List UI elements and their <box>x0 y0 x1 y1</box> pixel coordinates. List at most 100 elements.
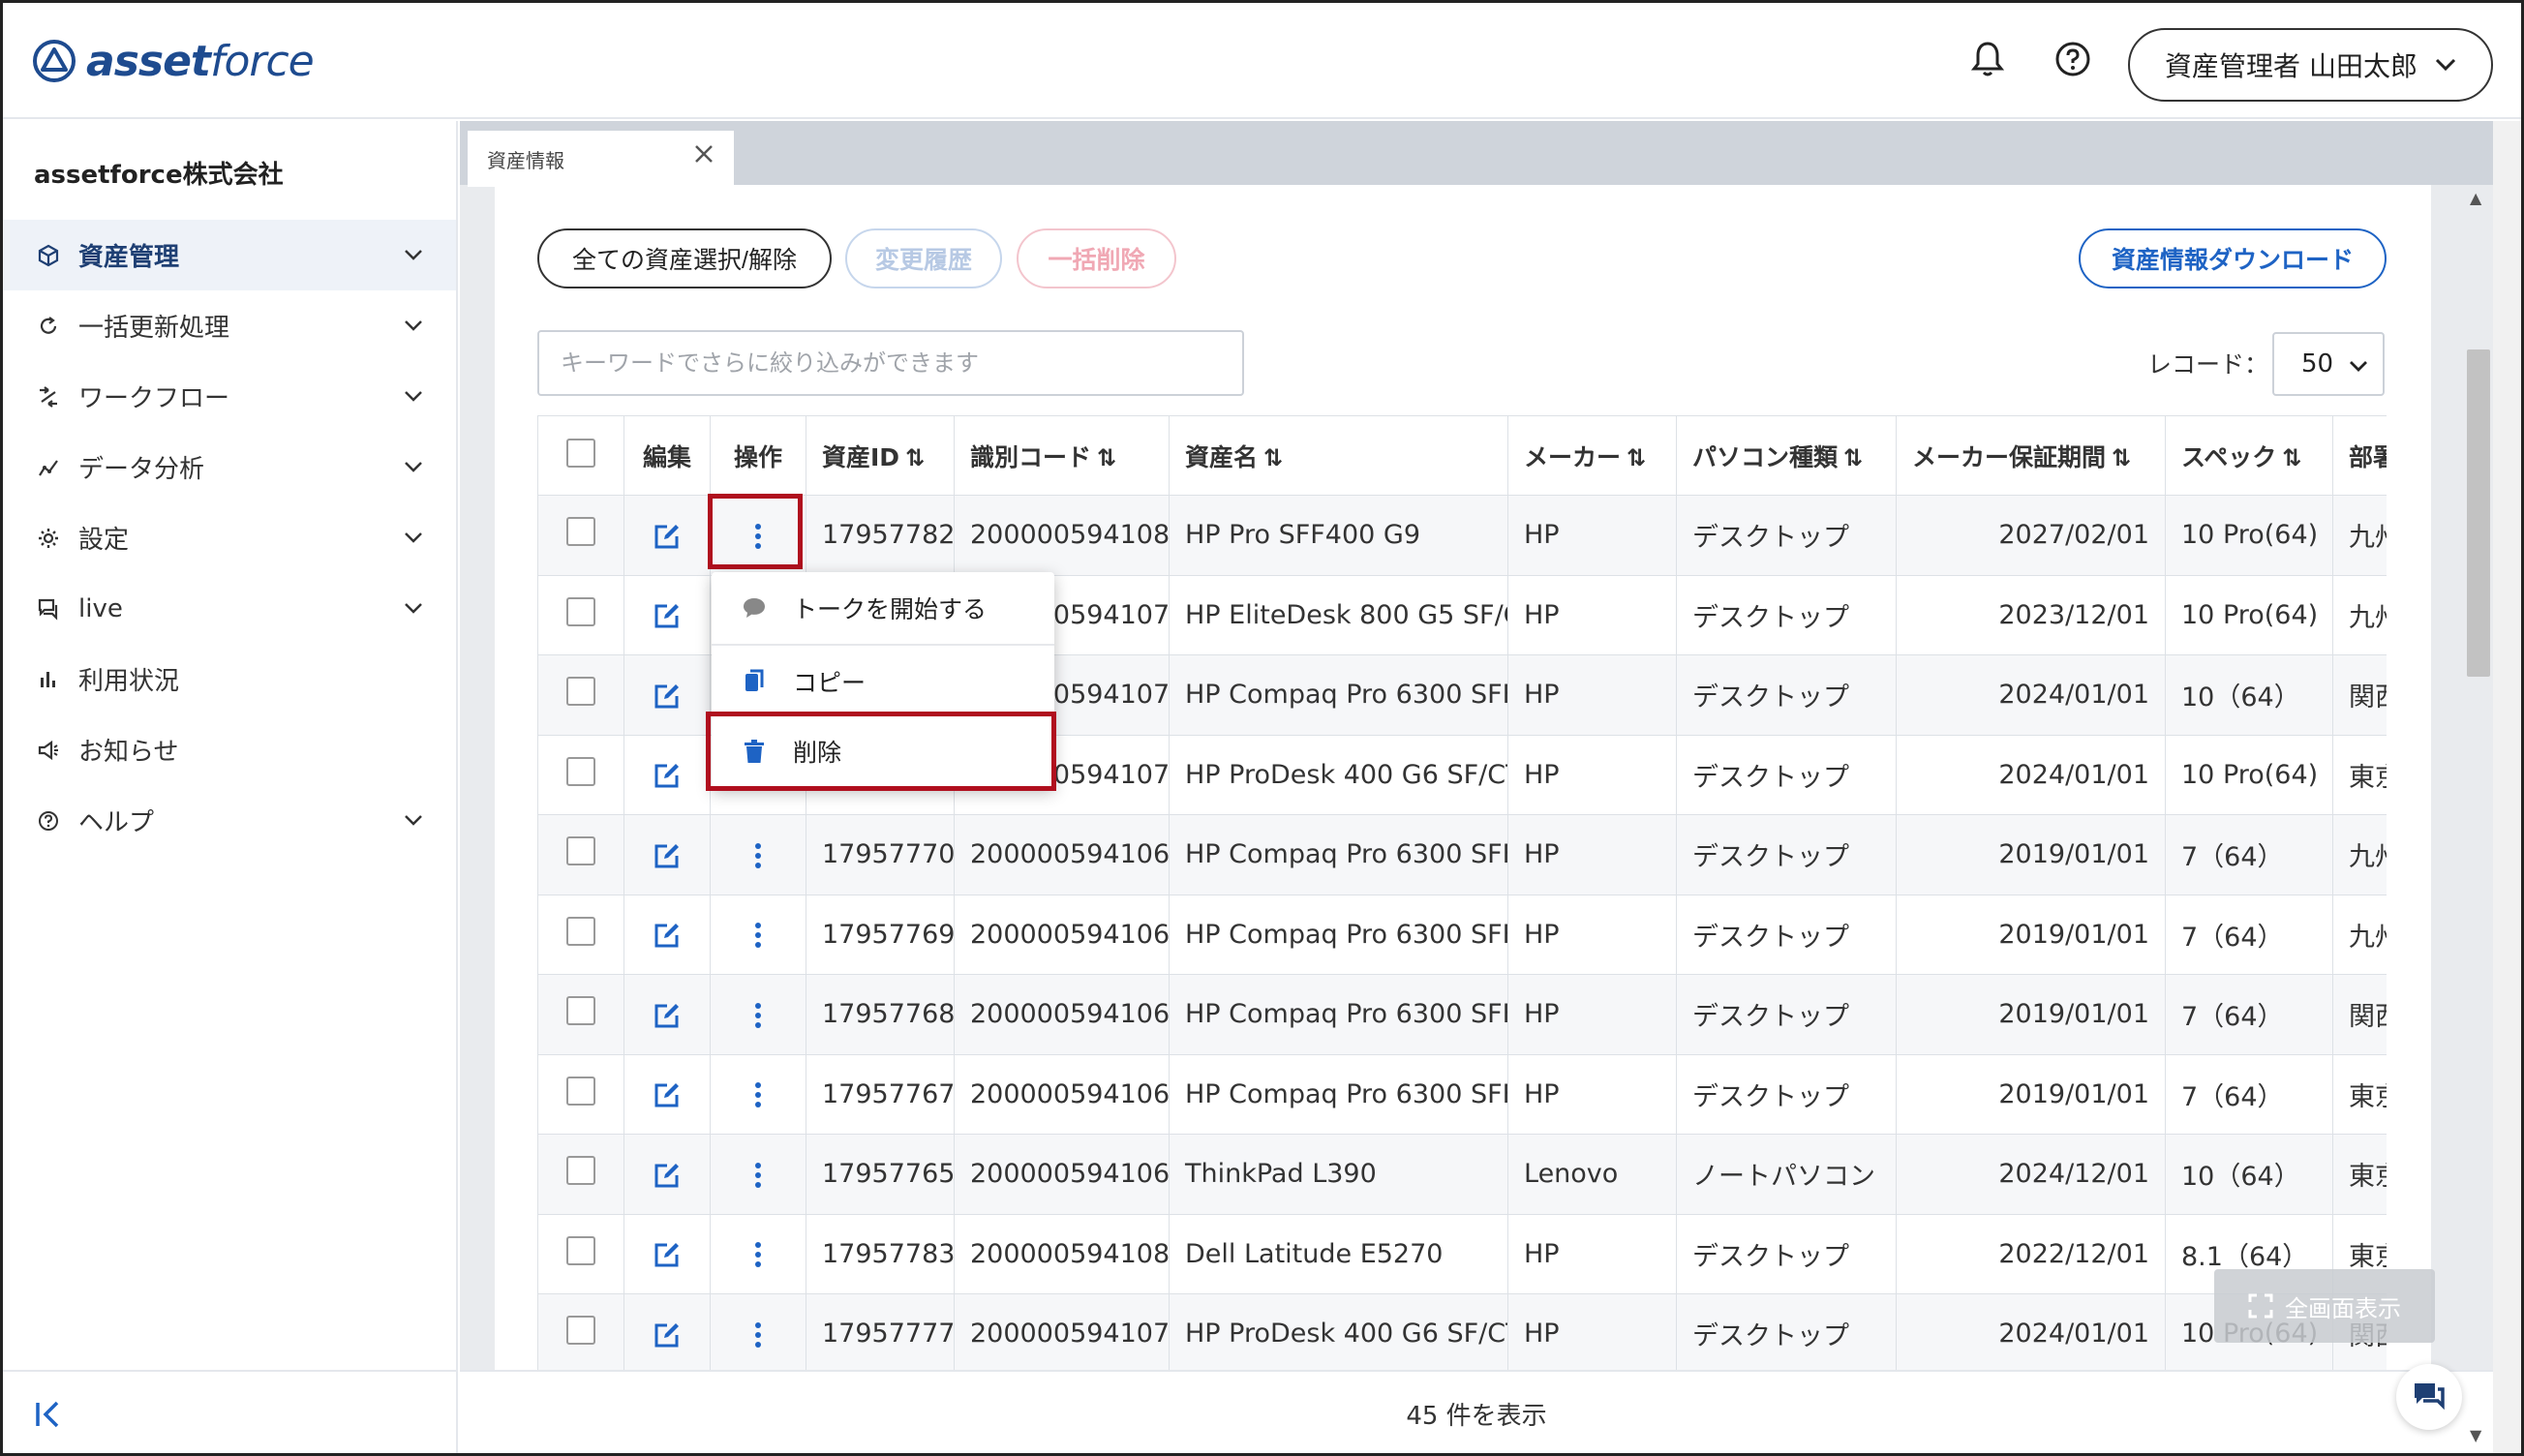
edit-icon[interactable] <box>653 1080 682 1109</box>
edit-icon[interactable] <box>653 841 682 870</box>
sort-icon[interactable]: ⇅ <box>2282 444 2301 471</box>
download-button[interactable]: 資産情報ダウンロード <box>2079 228 2387 288</box>
change-history-button[interactable]: 変更履歴 <box>845 228 1002 288</box>
edit-icon[interactable] <box>653 682 682 711</box>
kebab-menu-icon[interactable] <box>753 1240 763 1269</box>
row-checkbox[interactable] <box>566 1316 595 1346</box>
sidebar-item-asset-management[interactable]: 資産管理 <box>3 220 456 290</box>
kebab-menu-icon[interactable] <box>753 1080 763 1109</box>
sort-icon[interactable]: ⇅ <box>1627 444 1646 471</box>
actions-cell[interactable] <box>710 894 806 975</box>
table-row[interactable]: 17957769 2000005941067 HP Compaq Pro 6300 … <box>537 894 2387 975</box>
scrollbar-thumb[interactable] <box>2467 349 2490 677</box>
row-checkbox[interactable] <box>566 756 595 786</box>
edit-cell[interactable] <box>623 814 711 895</box>
actions-cell[interactable] <box>710 1053 806 1135</box>
sort-icon[interactable]: ⇅ <box>905 444 925 471</box>
edit-icon[interactable] <box>653 601 682 630</box>
menu-item-start-talk[interactable]: トークを開始する <box>712 572 1054 644</box>
records-select[interactable]: 50 <box>2272 332 2385 396</box>
row-checkbox-cell[interactable] <box>537 1134 624 1215</box>
actions-cell[interactable] <box>710 1213 806 1294</box>
edit-cell[interactable] <box>623 734 711 815</box>
sidebar-item-live[interactable]: live <box>3 573 456 644</box>
logo[interactable]: assetforce <box>32 34 315 88</box>
row-checkbox-cell[interactable] <box>537 495 624 576</box>
header-id-code[interactable]: 識別コード ⇅ <box>954 415 1170 496</box>
row-checkbox[interactable] <box>566 677 595 707</box>
actions-cell[interactable] <box>710 814 806 895</box>
collapse-sidebar-icon[interactable] <box>32 1397 67 1432</box>
user-menu-button[interactable]: 資産管理者 山田太郎 <box>2128 28 2493 102</box>
row-checkbox-cell[interactable] <box>537 814 624 895</box>
sort-icon[interactable]: ⇅ <box>1843 444 1863 471</box>
header-asset-id[interactable]: 資産ID ⇅ <box>806 415 955 496</box>
sidebar-item-usage[interactable]: 利用状況 <box>3 644 456 714</box>
edit-icon[interactable] <box>653 761 682 790</box>
row-checkbox-cell[interactable] <box>537 734 624 815</box>
table-row[interactable]: 17957782 2000005941080 HP Pro SFF400 G9 HP デ… <box>537 495 2387 576</box>
header-department[interactable]: 部署 <box>2332 415 2387 496</box>
header-maker[interactable]: メーカー ⇅ <box>1507 415 1677 496</box>
kebab-menu-icon[interactable] <box>753 841 763 870</box>
edit-cell[interactable] <box>623 1293 711 1370</box>
header-checkbox-cell[interactable] <box>537 415 624 496</box>
row-checkbox[interactable] <box>566 517 595 547</box>
table-row[interactable]: 17957767 2000005941065 HP Compaq Pro 6300 … <box>537 1053 2387 1135</box>
kebab-menu-icon[interactable] <box>753 1320 763 1350</box>
help-icon[interactable] <box>2052 38 2094 80</box>
kebab-menu-icon[interactable] <box>753 1001 763 1030</box>
sort-icon[interactable]: ⇅ <box>1097 444 1116 471</box>
search-input[interactable] <box>537 330 1244 396</box>
select-all-button[interactable]: 全ての資産選択/解除 <box>537 228 832 288</box>
row-checkbox-cell[interactable] <box>537 574 624 655</box>
table-row[interactable]: 17957765 2000005941063 ThinkPad L390 Lenovo… <box>537 1134 2387 1215</box>
sidebar-item-data-analysis[interactable]: データ分析 <box>3 432 456 502</box>
header-spec[interactable]: スペック ⇅ <box>2165 415 2333 496</box>
sort-icon[interactable]: ⇅ <box>2112 444 2131 471</box>
row-checkbox[interactable] <box>566 1076 595 1106</box>
chat-fab-button[interactable] <box>2396 1364 2462 1430</box>
row-checkbox-cell[interactable] <box>537 894 624 975</box>
row-checkbox[interactable] <box>566 916 595 946</box>
edit-cell[interactable] <box>623 1213 711 1294</box>
table-row[interactable]: 17957768 2000005941066 HP Compaq Pro 6300 … <box>537 974 2387 1055</box>
sidebar-item-workflow[interactable]: ワークフロー <box>3 361 456 432</box>
sort-icon[interactable]: ⇅ <box>1263 444 1283 471</box>
actions-cell[interactable] <box>710 1293 806 1370</box>
row-checkbox[interactable] <box>566 836 595 866</box>
actions-cell[interactable] <box>710 1134 806 1215</box>
close-icon[interactable] <box>692 142 715 166</box>
edit-cell[interactable] <box>623 495 711 576</box>
row-checkbox-cell[interactable] <box>537 974 624 1055</box>
row-checkbox-cell[interactable] <box>537 1053 624 1135</box>
scroll-up-arrow-icon[interactable]: ▲ <box>2470 189 2481 207</box>
edit-icon[interactable] <box>653 1320 682 1350</box>
header-pc-type[interactable]: パソコン種類 ⇅ <box>1676 415 1897 496</box>
sidebar-item-bulk-update[interactable]: 一括更新処理 <box>3 290 456 361</box>
table-row[interactable]: 17957783 2000005941081 Dell Latitude E5270… <box>537 1213 2387 1294</box>
header-checkbox[interactable] <box>566 438 595 468</box>
row-checkbox-cell[interactable] <box>537 1213 624 1294</box>
scroll-down-arrow-icon[interactable]: ▼ <box>2470 1426 2481 1444</box>
row-checkbox-cell[interactable] <box>537 654 624 736</box>
actions-cell[interactable] <box>710 974 806 1055</box>
row-checkbox-cell[interactable] <box>537 1293 624 1370</box>
sidebar-item-notices[interactable]: お知らせ <box>3 714 456 785</box>
table-row[interactable]: 17957777 2000005941075 HP ProDesk 400 G6 S… <box>537 1293 2387 1370</box>
sidebar-item-help[interactable]: ヘルプ <box>3 785 456 856</box>
edit-icon[interactable] <box>653 921 682 950</box>
edit-icon[interactable] <box>653 1001 682 1030</box>
edit-icon[interactable] <box>653 522 682 551</box>
header-warranty[interactable]: メーカー保証期間 ⇅ <box>1896 415 2166 496</box>
menu-item-copy[interactable]: コピー <box>712 646 1054 717</box>
edit-cell[interactable] <box>623 574 711 655</box>
fullscreen-button[interactable]: 全画面表示 <box>2214 1269 2435 1343</box>
edit-cell[interactable] <box>623 974 711 1055</box>
header-asset-name[interactable]: 資産名 ⇅ <box>1169 415 1508 496</box>
kebab-menu-icon[interactable] <box>753 921 763 950</box>
edit-cell[interactable] <box>623 894 711 975</box>
edit-icon[interactable] <box>653 1240 682 1269</box>
edit-cell[interactable] <box>623 654 711 736</box>
bulk-delete-button[interactable]: 一括削除 <box>1017 228 1176 288</box>
